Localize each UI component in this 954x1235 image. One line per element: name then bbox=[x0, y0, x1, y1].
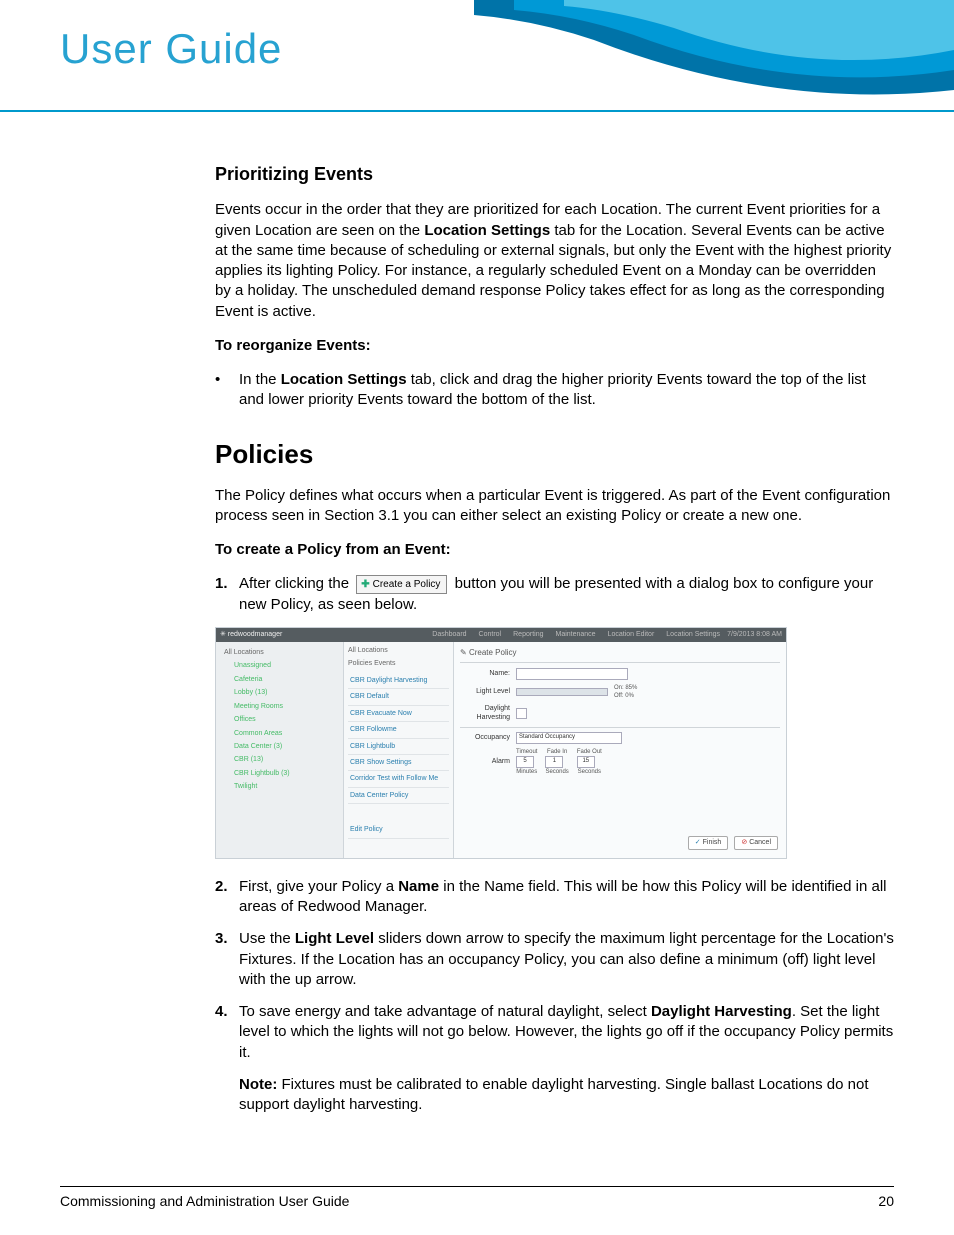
ss-nav-dashboard: Dashboard bbox=[432, 630, 466, 639]
heading-policies: Policies bbox=[215, 437, 894, 472]
page-footer: Commissioning and Administration User Gu… bbox=[60, 1186, 894, 1209]
ss-nav-location-settings: Location Settings bbox=[666, 630, 720, 639]
list-item: Meeting Rooms bbox=[220, 700, 339, 713]
ss-datetime: 7/9/2013 8:08 AM bbox=[727, 630, 782, 639]
screenshot-create-policy: ✳ redwoodmanager Dashboard Control Repor… bbox=[215, 627, 787, 859]
ss-dialog: ✎ Create Policy Name: Light Level On: 85… bbox=[454, 642, 786, 858]
ss-brand: ✳ redwoodmanager bbox=[220, 630, 282, 639]
para-events-priority: Events occur in the order that they are … bbox=[215, 200, 894, 322]
step-2: 2. First, give your Policy a Name in the… bbox=[215, 877, 894, 918]
ss-nav-reporting: Reporting bbox=[513, 630, 543, 639]
bullet-icon: • bbox=[215, 370, 239, 411]
subhead-create-policy: To create a Policy from an Event: bbox=[215, 540, 894, 560]
page-header: User Guide bbox=[0, 0, 954, 112]
footer-title: Commissioning and Administration User Gu… bbox=[60, 1193, 349, 1209]
list-item: Offices bbox=[220, 713, 339, 726]
list-item: CBR Lightbulb bbox=[348, 739, 449, 755]
step-4: 4. To save energy and take advantage of … bbox=[215, 1002, 894, 1115]
list-item: CBR (13) bbox=[220, 753, 339, 766]
create-policy-button[interactable]: ✚Create a Policy bbox=[356, 575, 447, 595]
ss-name-input bbox=[516, 668, 628, 680]
heading-prioritizing-events: Prioritizing Events bbox=[215, 162, 894, 186]
list-item: Data Center (3) bbox=[220, 740, 339, 753]
ss-sidebar: All Locations Unassigned Cafeteria Lobby… bbox=[216, 642, 344, 858]
bullet-reorganize: • In the Location Settings tab, click an… bbox=[215, 370, 894, 411]
list-item: CBR Evacuate Now bbox=[348, 706, 449, 722]
ss-policy-list: All Locations Policies Events CBR Daylig… bbox=[344, 642, 454, 858]
list-item: Unassigned bbox=[220, 659, 339, 672]
list-item: Twilight bbox=[220, 780, 339, 793]
header-swoosh bbox=[474, 0, 954, 110]
list-item: Corridor Test with Follow Me bbox=[348, 771, 449, 787]
ss-light-slider bbox=[516, 688, 608, 696]
list-item: CBR Default bbox=[348, 689, 449, 705]
subhead-reorganize: To reorganize Events: bbox=[215, 336, 894, 356]
list-item: Data Center Policy bbox=[348, 788, 449, 804]
page-number: 20 bbox=[878, 1193, 894, 1209]
ss-nav-location-editor: Location Editor bbox=[608, 630, 655, 639]
ss-nav-maintenance: Maintenance bbox=[555, 630, 595, 639]
list-item: CBR Show Settings bbox=[348, 755, 449, 771]
list-item: Lobby (13) bbox=[220, 686, 339, 699]
list-item: CBR Followme bbox=[348, 722, 449, 738]
ss-nav-control: Control bbox=[479, 630, 502, 639]
header-title: User Guide bbox=[60, 25, 282, 73]
step-3: 3. Use the Light Level sliders down arro… bbox=[215, 929, 894, 990]
para-policy-def: The Policy defines what occurs when a pa… bbox=[215, 486, 894, 527]
list-item: CBR Daylight Harvesting bbox=[348, 673, 449, 689]
ss-finish-button: ✓Finish bbox=[688, 836, 729, 849]
list-item: Cafeteria bbox=[220, 673, 339, 686]
list-item: Common Areas bbox=[220, 727, 339, 740]
ss-cancel-button: ⊘Cancel bbox=[734, 836, 778, 849]
list-item: CBR Lightbulb (3) bbox=[220, 767, 339, 780]
ss-edit-policy: Edit Policy bbox=[348, 822, 449, 838]
ss-occupancy-select: Standard Occupancy bbox=[516, 732, 622, 744]
step-1: 1. After clicking the ✚Create a Policy b… bbox=[215, 574, 894, 615]
content-area: Prioritizing Events Events occur in the … bbox=[0, 112, 954, 1115]
ss-dh-checkbox bbox=[516, 708, 527, 719]
